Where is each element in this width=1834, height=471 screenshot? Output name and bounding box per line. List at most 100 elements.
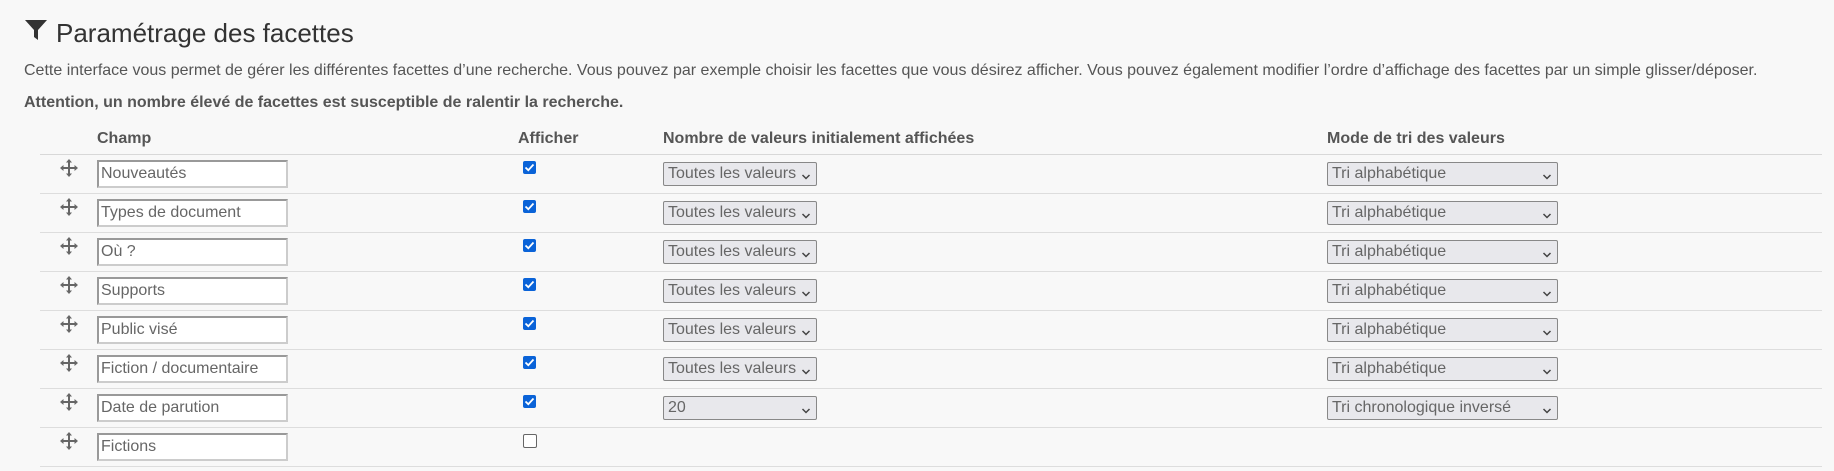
field-name-input[interactable]: [97, 277, 288, 305]
chevron-down-icon: [1542, 286, 1552, 297]
field-cell: [97, 154, 518, 194]
facets-table: Champ Afficher Nombre de valeurs initial…: [40, 124, 1822, 467]
show-checkbox[interactable]: [523, 239, 536, 252]
chevron-down-icon: [1542, 325, 1552, 336]
move-arrows-icon[interactable]: [59, 353, 78, 372]
page-description: Cette interface vous permet de gérer les…: [24, 62, 1758, 79]
move-arrows-icon[interactable]: [59, 275, 78, 294]
table-row: 20 Tri chronologique inversé: [40, 388, 1822, 428]
move-arrows-icon[interactable]: [59, 197, 78, 216]
sort-select[interactable]: Tri chronologique inversé: [1327, 396, 1558, 420]
count-cell: Toutes les valeurs: [663, 271, 1327, 311]
sort-cell: Tri alphabétique: [1327, 271, 1822, 311]
count-select[interactable]: Toutes les valeurs: [663, 357, 817, 381]
chevron-down-icon: [1542, 208, 1552, 219]
show-checkbox[interactable]: [523, 356, 536, 369]
count-select[interactable]: Toutes les valeurs: [663, 279, 817, 303]
count-select[interactable]: Toutes les valeurs: [663, 162, 817, 186]
sort-select-value: Tri alphabétique: [1332, 243, 1447, 260]
count-cell: Toutes les valeurs: [663, 349, 1327, 389]
sort-select-value: Tri alphabétique: [1332, 165, 1447, 182]
sort-select-value: Tri alphabétique: [1332, 204, 1447, 221]
sort-cell: Tri chronologique inversé: [1327, 388, 1822, 428]
count-select-value: Toutes les valeurs: [668, 360, 797, 377]
field-cell: [97, 232, 518, 272]
field-name-input[interactable]: [97, 238, 288, 266]
chevron-down-icon: [801, 364, 811, 375]
count-select-value: Toutes les valeurs: [668, 165, 797, 182]
header-field: Champ: [97, 124, 518, 155]
field-name-input[interactable]: [97, 316, 288, 344]
drag-cell: [40, 232, 97, 272]
show-checkbox[interactable]: [523, 200, 536, 213]
field-cell: [97, 193, 518, 233]
count-select-value: Toutes les valeurs: [668, 243, 797, 260]
sort-select[interactable]: Tri alphabétique: [1327, 162, 1558, 186]
sort-select[interactable]: Tri alphabétique: [1327, 279, 1558, 303]
count-cell: Toutes les valeurs: [663, 193, 1327, 233]
sort-cell: Tri alphabétique: [1327, 232, 1822, 272]
field-cell: [97, 388, 518, 428]
move-arrows-icon[interactable]: [59, 314, 78, 333]
count-select-value: 20: [668, 399, 686, 416]
count-cell: Toutes les valeurs: [663, 154, 1327, 194]
count-cell: 20: [663, 388, 1327, 428]
table-row: Toutes les valeurs Tri alphabétique: [40, 349, 1822, 389]
performance-warning: Attention, un nombre élevé de facettes e…: [24, 94, 624, 111]
table-row: [40, 427, 1822, 467]
field-name-input[interactable]: [97, 199, 288, 227]
show-checkbox[interactable]: [523, 161, 536, 174]
chevron-down-icon: [801, 325, 811, 336]
show-checkbox[interactable]: [523, 433, 537, 448]
chevron-down-icon: [1542, 247, 1552, 258]
sort-select-value: Tri alphabétique: [1332, 360, 1447, 377]
show-checkbox[interactable]: [523, 395, 536, 408]
sort-select[interactable]: Tri alphabétique: [1327, 201, 1558, 225]
filter-icon: [24, 18, 56, 49]
sort-cell: Tri alphabétique: [1327, 193, 1822, 233]
field-name-input[interactable]: [97, 355, 288, 383]
drag-cell: [40, 388, 97, 428]
show-cell: [518, 271, 663, 311]
count-cell: Toutes les valeurs: [663, 310, 1327, 350]
table-row: Toutes les valeurs Tri alphabétique: [40, 193, 1822, 233]
show-cell: [518, 427, 663, 467]
table-row: Toutes les valeurs Tri alphabétique: [40, 154, 1822, 194]
field-name-input[interactable]: [97, 433, 288, 461]
count-cell: [663, 427, 1327, 467]
count-select-value: Toutes les valeurs: [668, 321, 797, 338]
move-arrows-icon[interactable]: [59, 431, 78, 450]
move-arrows-icon[interactable]: [59, 158, 78, 177]
count-select[interactable]: Toutes les valeurs: [663, 318, 817, 342]
field-name-input[interactable]: [97, 160, 288, 188]
show-cell: [518, 193, 663, 233]
chevron-down-icon: [1542, 403, 1552, 414]
field-cell: [97, 349, 518, 389]
sort-select-value: Tri chronologique inversé: [1332, 399, 1512, 416]
count-select[interactable]: Toutes les valeurs: [663, 201, 817, 225]
header-show: Afficher: [518, 124, 663, 155]
show-checkbox[interactable]: [523, 317, 536, 330]
count-select[interactable]: Toutes les valeurs: [663, 240, 817, 264]
field-name-input[interactable]: [97, 394, 288, 422]
field-cell: [97, 427, 518, 467]
drag-cell: [40, 193, 97, 233]
show-cell: [518, 154, 663, 194]
sort-cell: Tri alphabétique: [1327, 310, 1822, 350]
table-header-row: Champ Afficher Nombre de valeurs initial…: [40, 124, 1822, 155]
sort-cell: Tri alphabétique: [1327, 349, 1822, 389]
move-arrows-icon[interactable]: [59, 392, 78, 411]
show-cell: [518, 349, 663, 389]
drag-cell: [40, 310, 97, 350]
chevron-down-icon: [1542, 364, 1552, 375]
sort-select[interactable]: Tri alphabétique: [1327, 240, 1558, 264]
chevron-down-icon: [1542, 169, 1552, 180]
count-select[interactable]: 20: [663, 396, 817, 420]
page-title: Paramétrage des facettes: [24, 0, 1834, 50]
move-arrows-icon[interactable]: [59, 236, 78, 255]
sort-select[interactable]: Tri alphabétique: [1327, 357, 1558, 381]
chevron-down-icon: [801, 286, 811, 297]
show-checkbox[interactable]: [523, 278, 536, 291]
sort-select[interactable]: Tri alphabétique: [1327, 318, 1558, 342]
chevron-down-icon: [801, 169, 811, 180]
